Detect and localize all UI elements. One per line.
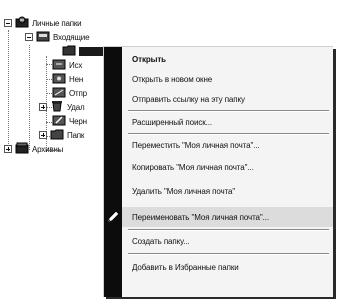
menu-item-new-folder[interactable]: Создать папку... (122, 231, 333, 251)
tree-label: Исх (69, 60, 83, 70)
tree-label: Отпр (69, 88, 87, 98)
menu-item-move[interactable]: Переместить "Моя личная почта"... (122, 135, 333, 155)
collapse-icon[interactable] (25, 33, 33, 41)
menu-item-label: Создать папку... (132, 236, 190, 246)
tree-label: Архивны (32, 144, 64, 154)
inbox-folder-icon (36, 30, 50, 44)
tree-item-personal-folders[interactable]: Личные папки (4, 16, 82, 30)
folder-icon (62, 44, 76, 58)
tree-label: Нен (69, 74, 84, 84)
drafts-folder-icon (52, 114, 66, 128)
tree-label: Входящие (53, 32, 90, 42)
context-menu: Открыть Открыть в новом окне Отправить с… (103, 46, 333, 297)
expand-icon[interactable] (4, 145, 12, 153)
menu-item-label: Открыть (132, 54, 166, 64)
menu-item-label: Отправить ссылку на эту папку (132, 94, 245, 104)
menu-item-copy[interactable]: Копировать "Моя личная почта"... (122, 157, 333, 177)
tree-item-drafts[interactable]: Черн (52, 114, 87, 128)
menu-item-rename[interactable]: Переименовать "Моя личная почта"... (122, 207, 333, 227)
menu-item-label: Копировать "Моя личная почта"... (132, 162, 254, 172)
menu-item-open-new-window[interactable]: Открыть в новом окне (122, 69, 333, 89)
outbox-folder-icon (52, 58, 66, 72)
menu-item-label: Переместить "Моя личная почта"... (132, 140, 260, 150)
menu-item-delete[interactable]: Удалить "Моя личная почта" (122, 181, 333, 201)
tree-label: Черн (69, 116, 87, 126)
rename-icon (106, 210, 120, 224)
archive-folder-icon (15, 142, 29, 156)
tree-item-junk[interactable]: Нен (52, 72, 83, 86)
personal-folders-icon (15, 16, 29, 30)
menu-item-label: Переименовать "Моя личная почта"... (132, 212, 270, 222)
expand-icon[interactable] (39, 131, 47, 139)
menu-item-open[interactable]: Открыть (122, 49, 333, 69)
menu-item-advanced-search[interactable]: Расширенный поиск... (122, 112, 333, 132)
expand-icon[interactable] (39, 103, 47, 111)
menu-item-label: Добавить в Избранные папки (132, 262, 239, 272)
junk-folder-icon (52, 72, 66, 86)
menu-separator (128, 253, 329, 255)
tree-item-deleted[interactable]: Удал (39, 100, 85, 114)
menu-icon-strip (104, 47, 122, 297)
tree-item-folder[interactable]: Папк (39, 128, 84, 142)
tree-item-sent[interactable]: Отпр (52, 86, 87, 100)
tree-item-inbox[interactable]: Входящие (25, 30, 90, 44)
tree-label: Личные папки (32, 18, 82, 28)
collapse-icon[interactable] (4, 19, 12, 27)
deleted-items-icon (50, 100, 64, 114)
menu-item-label: Открыть в новом окне (132, 74, 213, 84)
tree-label: Удал (67, 102, 85, 112)
tree-label: Папк (67, 130, 85, 140)
menu-item-label: Расширенный поиск... (132, 117, 213, 127)
sent-folder-icon (52, 86, 66, 100)
tree-item-outbox[interactable]: Исх (52, 58, 82, 72)
menu-item-add-favorites[interactable]: Добавить в Избранные папки (122, 257, 333, 277)
menu-item-send-link[interactable]: Отправить ссылку на эту папку (122, 89, 333, 109)
tree-item-selected-folder[interactable] (62, 44, 109, 58)
tree-item-archive[interactable]: Архивны (4, 142, 63, 156)
menu-item-label: Удалить "Моя личная почта" (132, 186, 236, 196)
folder-icon (50, 128, 64, 142)
